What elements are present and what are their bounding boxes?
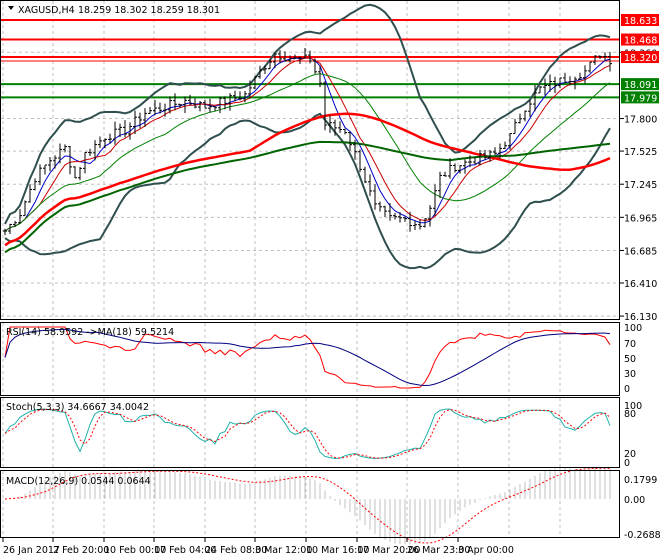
price-bar	[438, 171, 442, 198]
price-tick-label: 16.410	[624, 279, 657, 290]
stoch-main-line	[4, 408, 611, 460]
price-bar	[338, 121, 342, 133]
price-bar	[98, 136, 102, 149]
price-bar	[428, 205, 432, 227]
price-tick-label: 16.130	[624, 312, 657, 323]
price-bar	[173, 93, 177, 111]
price-bar	[418, 219, 422, 230]
price-bar	[383, 205, 387, 217]
indicator-tick-label: 0.00	[624, 495, 645, 506]
level-label: 18.468	[624, 36, 657, 47]
price-tick-label: 16.685	[624, 246, 657, 257]
price-bar	[153, 99, 157, 116]
level-label: 18.633	[624, 16, 657, 27]
price-bar	[608, 52, 612, 72]
price-bar	[43, 164, 47, 175]
price-bar	[403, 216, 407, 222]
price-bar	[343, 128, 347, 135]
collapse-triangle-icon[interactable]	[8, 6, 14, 10]
price-bar	[543, 78, 547, 96]
ma-red-long	[4, 112, 611, 247]
rsi-label: RSI(14) 58.9592 ->MA(18) 59.5214	[6, 327, 174, 338]
price-bar	[143, 108, 147, 127]
price-bar	[583, 65, 587, 84]
price-bar	[348, 131, 352, 151]
symbol-label: XAGUSD,H4	[18, 5, 75, 16]
price-bar	[183, 96, 187, 114]
indicator-tick-label: 50	[624, 354, 636, 365]
indicator-tick-label: 100	[624, 323, 642, 334]
ohlc-readout: 18.259 18.302 18.259 18.301	[78, 5, 220, 16]
chart-window[interactable]: XAGUSD,H4 18.259 18.302 18.259 18.301 RS…	[0, 0, 660, 560]
level-label: 18.091	[624, 80, 657, 91]
price-bar	[198, 100, 202, 112]
price-bar	[373, 184, 377, 210]
price-bar	[453, 163, 457, 173]
price-bar	[523, 110, 527, 122]
price-bar	[563, 72, 567, 83]
price-bar	[48, 157, 52, 172]
price-bar	[463, 159, 467, 174]
price-bar	[73, 166, 77, 179]
price-tick-label: 17.800	[624, 115, 657, 126]
price-bar	[123, 120, 127, 138]
stoch-signal-line	[4, 408, 611, 459]
price-bar	[253, 75, 257, 90]
price-bar	[393, 212, 397, 220]
price-bar	[13, 220, 17, 227]
price-bar	[443, 171, 447, 177]
price-bar	[503, 141, 507, 150]
indicator-tick-label: 0	[624, 458, 630, 469]
level-label: 17.979	[624, 93, 657, 104]
chart-canvas[interactable]: XAGUSD,H4 18.259 18.302 18.259 18.301 RS…	[0, 0, 660, 560]
price-bar	[388, 203, 392, 221]
indicator-tick-label: -0.2688	[624, 530, 660, 541]
macd-label: MACD(12,26,9) 0.0544 0.0644	[6, 476, 151, 487]
price-bar	[88, 148, 92, 156]
price-bar	[38, 164, 42, 186]
indicator-tick-label: 0.1799	[624, 475, 657, 486]
price-bar	[413, 220, 417, 230]
price-bar	[368, 174, 372, 197]
time-label: 26 Jan 2017	[3, 545, 60, 556]
price-bar	[528, 100, 532, 117]
price-tick-label: 17.525	[624, 147, 657, 158]
price-bar	[148, 107, 152, 115]
indicator-tick-label: 30	[624, 369, 636, 380]
price-bar	[363, 166, 367, 184]
price-panel	[0, 3, 620, 545]
price-bar	[58, 143, 62, 164]
level-label: 18.320	[624, 53, 657, 64]
price-bar	[378, 201, 382, 212]
price-bar	[28, 184, 32, 203]
price-tick-label: 16.965	[624, 213, 657, 224]
price-bar	[448, 158, 452, 179]
time-label: 2 Feb 20:00	[53, 545, 109, 556]
price-bar	[68, 145, 72, 175]
price-bar	[23, 200, 27, 217]
price-bar	[588, 61, 592, 73]
time-label: 3 Apr 00:00	[458, 545, 514, 556]
price-bar	[53, 155, 57, 169]
price-bar	[513, 118, 517, 135]
time-label: 3 Mar 12:00	[255, 545, 312, 556]
price-bar	[128, 122, 132, 140]
indicator-tick-label: 80	[624, 409, 636, 420]
indicator-tick-label: 70	[624, 339, 636, 350]
price-tick-label: 17.245	[624, 180, 657, 191]
indicator-tick-label: 0	[624, 384, 630, 395]
stoch-label: Stoch(5,3,3) 34.6667 34.0042	[6, 402, 149, 413]
price-bar	[473, 157, 477, 165]
price-bar	[113, 121, 117, 145]
price-bar	[358, 149, 362, 173]
price-bar	[78, 166, 82, 181]
